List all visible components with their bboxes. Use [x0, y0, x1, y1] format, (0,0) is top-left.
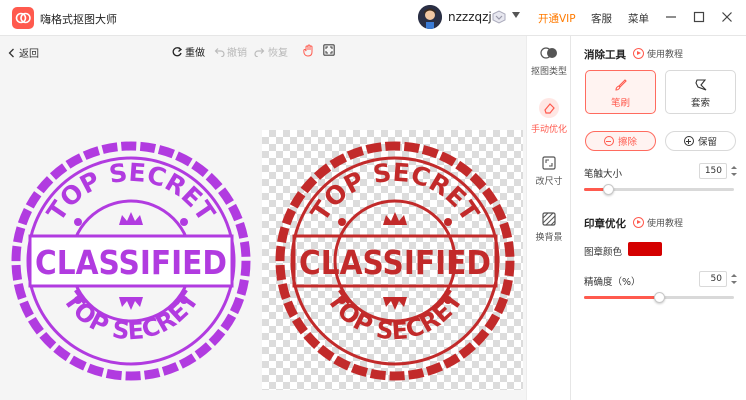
keep-label: 保留	[697, 137, 717, 148]
brush-tool-card[interactable]: 笔刷	[585, 70, 656, 114]
precision-input[interactable]: 50	[699, 271, 727, 287]
stamp-bottom-text: TOP SECRET	[58, 286, 205, 345]
erase-button[interactable]: 擦除	[585, 131, 656, 151]
minus-circle-icon	[603, 136, 614, 146]
redo-label: 重做	[185, 48, 205, 59]
lasso-tool-card[interactable]: 套索	[665, 70, 736, 114]
erase-label: 擦除	[617, 137, 637, 148]
close-icon[interactable]	[718, 8, 736, 26]
hand-pan-icon[interactable]	[303, 44, 315, 57]
brush-size-slider-thumb[interactable]	[603, 184, 614, 195]
redo-icon	[172, 46, 183, 57]
customer-service-link[interactable]: 客服	[591, 11, 612, 26]
plus-circle-icon	[683, 136, 694, 146]
edit-toolbar: 返回 重做 撤销 恢复	[0, 36, 526, 66]
toggle-icon	[540, 47, 557, 59]
undo-button[interactable]: 撤销	[213, 44, 247, 59]
user-dropdown-icon[interactable]	[512, 12, 520, 18]
settings-panel: 消除工具 使用教程 笔刷 套索 擦除 保留 笔触大小 150 印章优化 使用教程…	[570, 36, 746, 400]
chevron-left-icon	[8, 48, 14, 57]
lasso-label: 套索	[690, 98, 710, 109]
brush-icon	[614, 79, 627, 91]
resize-icon	[542, 156, 556, 170]
restore-label: 恢复	[268, 48, 288, 59]
tool-resize-label: 改尺寸	[535, 177, 563, 187]
precision-stepper[interactable]	[730, 271, 738, 287]
redo-button[interactable]: 重做	[172, 44, 205, 59]
seal-help-link[interactable]: 使用教程	[633, 216, 683, 229]
brush-size-slider[interactable]	[584, 184, 734, 195]
erase-help-link[interactable]: 使用教程	[633, 47, 683, 60]
maximize-icon[interactable]	[690, 8, 708, 26]
play-icon	[633, 217, 644, 228]
result-stamp-bottom-text: TOP SECRET	[322, 286, 469, 345]
title-bar: 嗨格式抠图大师 nzzzqzj 开通VIP 客服 菜单	[0, 0, 746, 36]
play-icon	[633, 48, 644, 59]
precision-slider[interactable]	[584, 292, 734, 303]
seal-color-label: 图章颜色	[584, 247, 623, 258]
tool-change-background-label: 换背景	[535, 233, 563, 243]
precision-slider-fill	[584, 296, 659, 299]
avatar[interactable]	[418, 5, 442, 29]
erase-tool-title: 消除工具	[584, 49, 626, 61]
tool-manual-refine[interactable]: 手动优化	[527, 98, 571, 135]
seal-optimize-title: 印章优化	[584, 218, 626, 230]
tool-cutout-type-label: 抠图类型	[530, 67, 567, 77]
background-icon	[542, 212, 556, 226]
tool-change-background[interactable]: 换背景	[527, 212, 571, 243]
app-title: 嗨格式抠图大师	[40, 13, 117, 26]
tool-manual-refine-label: 手动优化	[530, 125, 567, 135]
username[interactable]: nzzzqzj	[448, 10, 492, 24]
seal-color-swatch[interactable]	[628, 242, 662, 256]
stamp-middle-text: CLASSIFIED	[35, 243, 227, 282]
eraser-icon	[539, 98, 559, 118]
precision-label: 精确度（%）	[584, 277, 641, 288]
back-button[interactable]: 返回	[8, 45, 39, 60]
undo-label: 撤销	[227, 48, 247, 59]
restore-button[interactable]: 恢复	[254, 44, 288, 59]
brush-label: 笔刷	[610, 98, 630, 109]
forward-icon	[254, 47, 265, 57]
original-stamp-image: TOP SECRET TOP SECRET CLASSIFIED	[11, 141, 251, 381]
app-logo	[12, 7, 34, 29]
erase-help-label: 使用教程	[647, 50, 684, 60]
brush-size-input[interactable]: 150	[699, 163, 727, 179]
result-stamp-middle-text: CLASSIFIED	[299, 243, 491, 282]
open-vip-link[interactable]: 开通VIP	[538, 11, 576, 26]
minimize-icon[interactable]	[662, 8, 680, 26]
fit-screen-icon[interactable]	[323, 44, 335, 56]
brush-size-label: 笔触大小	[584, 169, 623, 180]
brush-size-stepper[interactable]	[730, 163, 738, 179]
menu-link[interactable]: 菜单	[628, 11, 649, 26]
keep-button[interactable]: 保留	[665, 131, 736, 151]
seal-help-label: 使用教程	[647, 219, 684, 229]
result-stamp-image: TOP SECRET TOP SECRET CLASSIFIED	[275, 141, 515, 381]
lasso-icon	[694, 79, 706, 91]
vip-badge-icon	[492, 10, 506, 24]
canvas-area[interactable]: TOP SECRET TOP SECRET CLASSIFIED TOP SEC…	[0, 66, 526, 400]
back-label: 返回	[19, 49, 39, 60]
tool-cutout-type[interactable]: 抠图类型	[527, 46, 571, 77]
side-tool-column: 抠图类型 手动优化 改尺寸 换背景	[526, 36, 570, 400]
precision-slider-thumb[interactable]	[654, 292, 665, 303]
tool-resize[interactable]: 改尺寸	[527, 156, 571, 187]
undo-icon	[214, 47, 225, 57]
